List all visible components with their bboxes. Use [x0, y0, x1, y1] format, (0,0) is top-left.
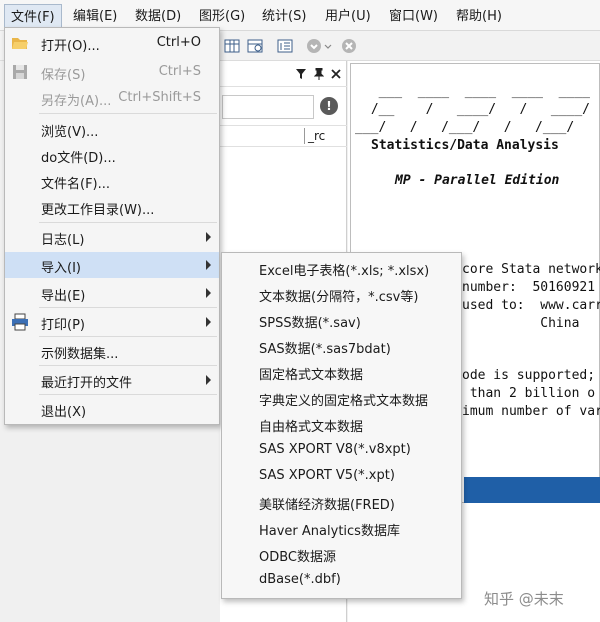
file-menu: 打开(O)... Ctrl+O 保存(S) Ctrl+S 另存为(A)... C…: [4, 27, 220, 425]
menu-data[interactable]: 数据(D): [129, 4, 187, 29]
file-menu-view[interactable]: 浏览(V)...: [5, 116, 219, 142]
command-bar[interactable]: [464, 477, 600, 503]
break-icon[interactable]: [341, 38, 357, 54]
import-spss[interactable]: SPSS数据(*.sav): [222, 307, 461, 333]
menu-window[interactable]: 窗口(W): [383, 4, 444, 29]
import-submenu: Excel电子表格(*.xls; *.xlsx) 文本数据(分隔符，*.csv等…: [221, 252, 462, 599]
file-menu-open[interactable]: 打开(O)... Ctrl+O: [5, 30, 219, 56]
more-down-icon[interactable]: [306, 38, 322, 54]
file-menu-recent-files[interactable]: 最近打开的文件: [5, 367, 219, 393]
submenu-arrow-icon: [206, 260, 211, 270]
file-menu-do-file[interactable]: do文件(D)...: [5, 142, 219, 168]
file-menu-print[interactable]: 打印(P): [5, 309, 219, 335]
import-sas-xport-v8[interactable]: SAS XPORT V8(*.v8xpt): [222, 437, 461, 463]
save-icon: [13, 65, 27, 79]
stata-logo-line-2: /__ / ____/ / ____/: [363, 102, 590, 117]
import-free-format[interactable]: 自由格式文本数据: [222, 411, 461, 437]
file-menu-filename[interactable]: 文件名(F)...: [5, 168, 219, 194]
menu-separator: [39, 365, 217, 366]
watermark: 知乎 @未末: [484, 590, 564, 608]
import-haver-analytics[interactable]: Haver Analytics数据库: [222, 515, 461, 541]
variables-column-header: _rc: [220, 125, 347, 147]
import-sas[interactable]: SAS数据(*.sas7bdat): [222, 333, 461, 359]
import-fixed-format[interactable]: 固定格式文本数据: [222, 359, 461, 385]
menu-file[interactable]: 文件(F): [4, 4, 62, 29]
folder-open-icon: [12, 38, 28, 49]
submenu-arrow-icon: [206, 375, 211, 385]
stata-subtitle: Statistics/Data Analysis: [371, 138, 559, 153]
menu-help[interactable]: 帮助(H): [450, 4, 508, 29]
column-label-rc: _rc: [308, 129, 326, 143]
stata-logo-line-1: ___ ____ ____ ____ ____ (: [363, 84, 600, 99]
import-fred[interactable]: 美联储经济数据(FRED): [222, 489, 461, 515]
variables-panel-header: [220, 61, 347, 87]
results-line: imum number of var: [462, 404, 600, 419]
import-dbase[interactable]: dBase(*.dbf): [222, 567, 461, 593]
submenu-arrow-icon: [206, 232, 211, 242]
results-line: ode is supported;: [462, 368, 596, 383]
submenu-arrow-icon: [206, 288, 211, 298]
menu-separator: [39, 394, 217, 395]
file-menu-example-datasets[interactable]: 示例数据集...: [5, 338, 219, 364]
close-icon[interactable]: [331, 69, 341, 79]
results-line: than 2 billion o: [462, 386, 596, 401]
menu-user[interactable]: 用户(U): [319, 4, 377, 29]
file-menu-change-directory[interactable]: 更改工作目录(W)...: [5, 194, 219, 220]
import-text-delimited[interactable]: 文本数据(分隔符，*.csv等): [222, 281, 461, 307]
submenu-arrow-icon: [206, 317, 211, 327]
import-sas-xport-v5[interactable]: SAS XPORT V5(*.xpt): [222, 463, 461, 489]
pin-icon[interactable]: [314, 68, 324, 80]
file-menu-save-as[interactable]: 另存为(A)... Ctrl+Shift+S: [5, 85, 219, 111]
file-menu-log[interactable]: 日志(L): [5, 224, 219, 250]
stata-logo-line-3: ___/ / /___/ / /___/: [355, 120, 575, 135]
menu-edit[interactable]: 编辑(E): [67, 4, 123, 29]
file-menu-exit[interactable]: 退出(X): [5, 396, 219, 422]
variables-manager-icon[interactable]: [277, 38, 293, 54]
import-dictionary-fixed-format[interactable]: 字典定义的固定格式文本数据: [222, 385, 461, 411]
results-line: core Stata network: [462, 262, 600, 277]
chevron-down-icon[interactable]: [324, 38, 332, 54]
stata-edition: MP - Parallel Edition: [395, 173, 560, 188]
info-icon[interactable]: !: [320, 97, 338, 115]
menu-separator: [39, 307, 217, 308]
menu-graphics[interactable]: 图形(G): [193, 4, 251, 29]
menu-separator: [39, 336, 217, 337]
file-menu-save[interactable]: 保存(S) Ctrl+S: [5, 59, 219, 85]
file-menu-import[interactable]: 导入(I): [5, 252, 219, 278]
column-divider[interactable]: [304, 128, 305, 144]
printer-icon: [12, 313, 28, 331]
menu-separator: [39, 222, 217, 223]
data-editor-icon[interactable]: [224, 38, 240, 54]
import-excel[interactable]: Excel电子表格(*.xls; *.xlsx): [222, 255, 461, 281]
filter-icon[interactable]: [296, 69, 306, 79]
variable-search-input[interactable]: [222, 95, 314, 119]
menu-separator: [39, 113, 217, 114]
results-line: used to: www.carr: [462, 298, 600, 313]
results-line: China: [462, 316, 580, 331]
menu-statistics[interactable]: 统计(S): [256, 4, 312, 29]
file-menu-export[interactable]: 导出(E): [5, 280, 219, 306]
data-browser-icon[interactable]: [247, 38, 263, 54]
results-line: number: 50160921: [462, 280, 596, 295]
import-odbc[interactable]: ODBC数据源: [222, 541, 461, 567]
